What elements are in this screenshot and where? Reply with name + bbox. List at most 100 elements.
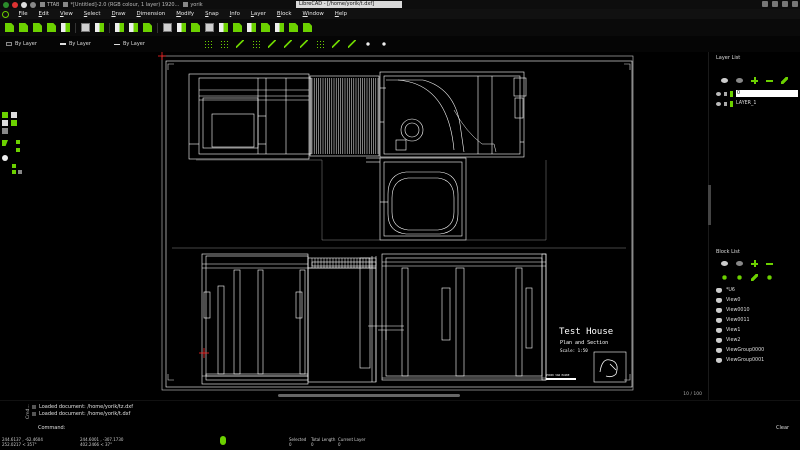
eye-icon[interactable]	[716, 101, 721, 106]
menu-window[interactable]: Window	[297, 11, 329, 17]
modify-tool-icon[interactable]	[12, 164, 16, 168]
snap-center-icon[interactable]	[268, 40, 276, 48]
arc-tool-icon[interactable]	[11, 120, 17, 126]
block-row[interactable]: ViewGroup0001	[716, 356, 798, 365]
eye-icon[interactable]	[716, 288, 722, 293]
redraw-icon[interactable]	[219, 23, 228, 32]
info-tool-icon[interactable]	[12, 170, 16, 174]
save-as-icon[interactable]	[61, 23, 70, 32]
print-icon[interactable]	[81, 23, 90, 32]
horizontal-scrollbar[interactable]: 10 / 100	[26, 392, 708, 400]
edit-layer-icon[interactable]	[781, 77, 788, 84]
redo-icon[interactable]	[177, 23, 186, 32]
edit-block-icon[interactable]	[736, 274, 743, 281]
snap-endpoint-icon[interactable]	[236, 40, 244, 48]
eye-icon[interactable]	[716, 91, 721, 96]
eye-icon[interactable]	[716, 298, 722, 303]
scrollbar-thumb[interactable]	[278, 394, 460, 397]
pen-width-select[interactable]: By Layer	[60, 41, 108, 47]
snap-free-icon[interactable]	[204, 40, 212, 48]
restrict-vertical-icon[interactable]	[348, 40, 356, 48]
lock-icon[interactable]	[724, 101, 727, 106]
rename-block-icon[interactable]	[721, 274, 728, 281]
copy-icon[interactable]	[129, 23, 138, 32]
clear-button[interactable]: Clear	[776, 425, 789, 431]
relative-zero-icon[interactable]	[364, 40, 372, 48]
create-block-icon[interactable]	[766, 274, 773, 281]
open-file-icon[interactable]	[33, 23, 42, 32]
add-layer-icon[interactable]	[751, 77, 758, 84]
browser-icon[interactable]	[12, 1, 18, 8]
block-row[interactable]: ViewGroup0000	[716, 346, 798, 355]
eye-icon[interactable]	[716, 348, 722, 353]
app-launcher-icon[interactable]	[3, 1, 9, 8]
grid-toggle-icon[interactable]	[191, 23, 200, 32]
snap-on-entity-icon[interactable]	[252, 40, 260, 48]
volume-icon[interactable]	[772, 1, 778, 7]
zoom-pan-icon[interactable]	[303, 23, 312, 32]
show-all-layers-icon[interactable]	[721, 78, 728, 83]
clock-icon[interactable]	[792, 1, 798, 7]
menu-dimension[interactable]: Dimension	[131, 11, 171, 17]
menu-view[interactable]: View	[54, 11, 78, 17]
taskbar-item[interactable]: TTAB	[40, 2, 59, 8]
taskbar-item[interactable]: *[Untitled]-2.0 (RGB colour, 1 layer) 19…	[63, 2, 179, 8]
draft-mode-icon[interactable]	[205, 23, 214, 32]
command-input-label[interactable]: Command:	[38, 425, 65, 431]
menu-help[interactable]: Help	[329, 11, 352, 17]
menu-snap[interactable]: Snap	[200, 11, 225, 17]
block-row[interactable]: View1	[716, 326, 798, 335]
paste-icon[interactable]	[143, 23, 152, 32]
dimension-tool-icon[interactable]	[16, 148, 20, 152]
select-tool-icon[interactable]	[2, 155, 8, 161]
menu-info[interactable]: Info	[224, 11, 245, 17]
polyline-tool-icon[interactable]	[16, 140, 20, 144]
zoom-window-icon[interactable]	[289, 23, 298, 32]
lock-icon[interactable]	[724, 91, 727, 96]
terminal-icon[interactable]	[30, 1, 36, 8]
taskbar-item[interactable]: yorik	[183, 2, 203, 8]
text-tool-icon[interactable]	[2, 128, 8, 134]
insert-block-icon[interactable]	[751, 274, 758, 281]
menu-draw[interactable]: Draw	[106, 11, 131, 17]
new-file-icon[interactable]	[5, 23, 14, 32]
line-tool-icon[interactable]	[2, 112, 8, 118]
layer-row[interactable]: 0	[716, 89, 798, 98]
hide-all-layers-icon[interactable]	[736, 78, 743, 83]
network-icon[interactable]	[762, 1, 768, 7]
block-tool-icon[interactable]	[18, 170, 22, 174]
new-template-icon[interactable]	[19, 23, 28, 32]
eye-icon[interactable]	[716, 318, 722, 323]
layer-row[interactable]: LAYER_1	[716, 99, 798, 108]
eye-icon[interactable]	[716, 308, 722, 313]
snap-intersection-icon[interactable]	[316, 40, 324, 48]
block-row[interactable]: View0	[716, 296, 798, 305]
print-preview-icon[interactable]	[95, 23, 104, 32]
battery-icon[interactable]	[782, 1, 788, 7]
snap-middle-icon[interactable]	[284, 40, 292, 48]
hide-all-blocks-icon[interactable]	[736, 261, 743, 266]
show-all-blocks-icon[interactable]	[721, 261, 728, 266]
point-tool-icon[interactable]	[11, 112, 17, 118]
eye-icon[interactable]	[716, 338, 722, 343]
files-icon[interactable]	[21, 1, 27, 8]
remove-layer-icon[interactable]	[766, 77, 773, 84]
pen-color-select[interactable]: By Layer	[6, 41, 54, 47]
snap-distance-icon[interactable]	[300, 40, 308, 48]
undo-icon[interactable]	[163, 23, 172, 32]
lock-relative-zero-icon[interactable]	[380, 40, 388, 48]
block-row[interactable]: View2	[716, 336, 798, 345]
save-icon[interactable]	[47, 23, 56, 32]
add-block-icon[interactable]	[751, 260, 758, 267]
menu-block[interactable]: Block	[271, 11, 297, 17]
snap-grid-icon[interactable]	[220, 40, 228, 48]
active-window-title[interactable]: LibreCAD - [/home/yorik/t.dxf]	[296, 1, 402, 8]
block-row[interactable]: *U6	[716, 286, 798, 295]
zoom-out-icon[interactable]	[247, 23, 256, 32]
menu-select[interactable]: Select	[78, 11, 106, 17]
menu-layer[interactable]: Layer	[245, 11, 271, 17]
block-row[interactable]: View0011	[716, 316, 798, 325]
menu-edit[interactable]: Edit	[33, 11, 54, 17]
zoom-previous-icon[interactable]	[275, 23, 284, 32]
pen-linetype-select[interactable]: By Layer	[114, 41, 162, 47]
